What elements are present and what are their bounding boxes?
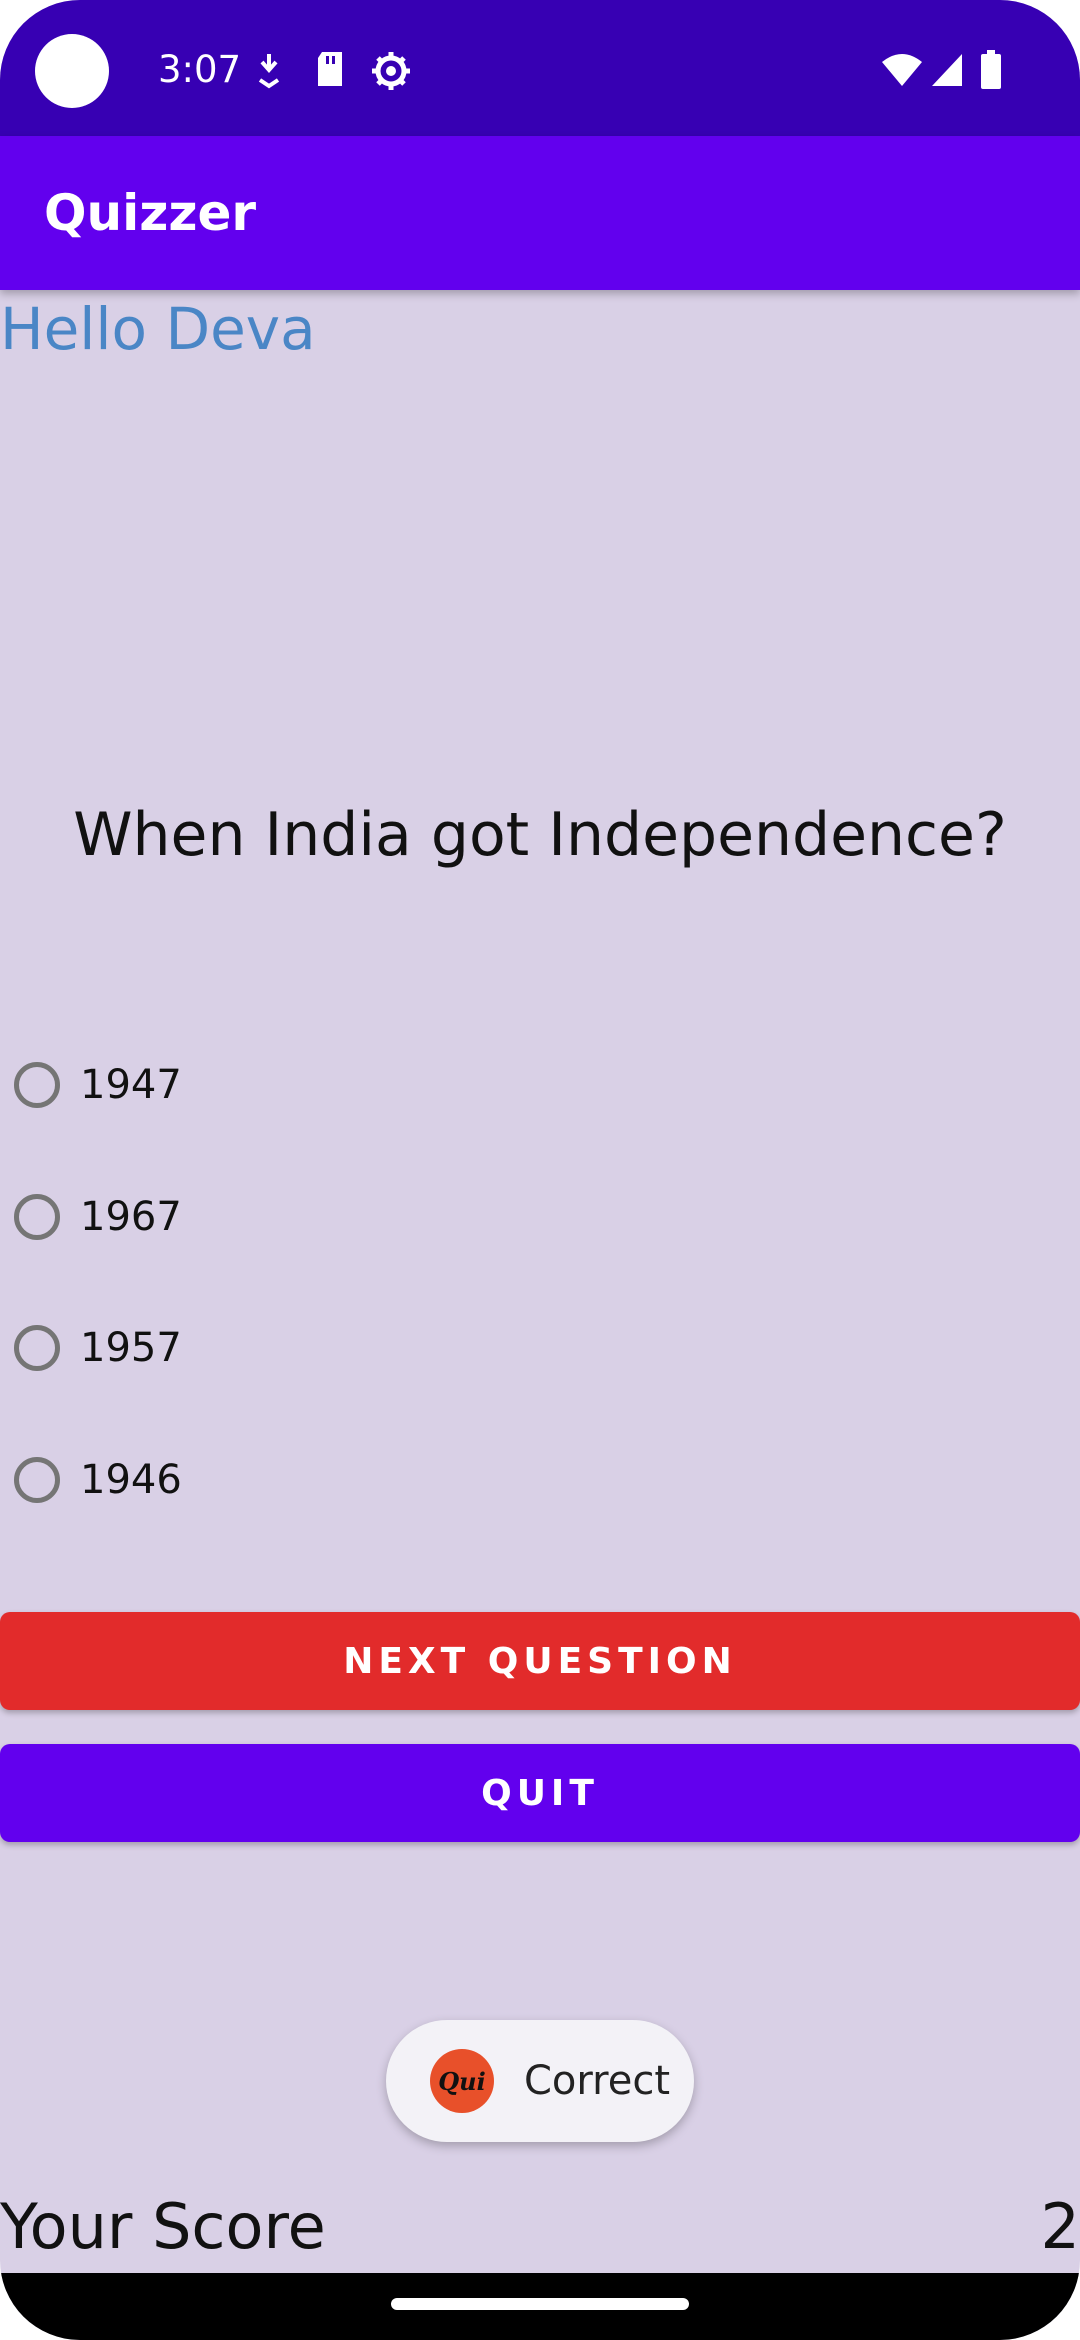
app-screen: 3:07 Quizzer Hello Deva When India got I… xyxy=(0,0,1080,2340)
option-1967[interactable]: 1967 xyxy=(14,1182,182,1252)
signal-icon xyxy=(930,52,964,92)
option-label: 1947 xyxy=(80,1062,182,1108)
option-1946[interactable]: 1946 xyxy=(14,1445,182,1515)
app-bar: Quizzer xyxy=(0,136,1080,290)
question-text: When India got Independence? xyxy=(73,800,1007,870)
option-1957[interactable]: 1957 xyxy=(14,1313,182,1383)
option-label: 1957 xyxy=(80,1325,182,1371)
wifi-icon xyxy=(880,52,924,92)
app-logo-icon: Qui xyxy=(430,2049,494,2113)
radio-button[interactable] xyxy=(14,1062,60,1108)
navigation-bar xyxy=(0,2273,1080,2340)
option-1947[interactable]: 1947 xyxy=(14,1050,182,1120)
quit-button[interactable]: QUIT xyxy=(0,1744,1080,1842)
toast-text: Correct xyxy=(524,2058,670,2104)
score-value: 2 xyxy=(1040,2190,1080,2263)
toast-message: Qui Correct xyxy=(386,2020,694,2142)
option-label: 1967 xyxy=(80,1194,182,1240)
sd-card-icon xyxy=(314,50,346,92)
option-label: 1946 xyxy=(80,1457,182,1503)
notification-icon xyxy=(254,50,284,94)
radio-button[interactable] xyxy=(14,1457,60,1503)
radio-button[interactable] xyxy=(14,1194,60,1240)
status-time: 3:07 xyxy=(158,48,242,91)
score-label: Your Score xyxy=(0,2190,326,2263)
status-bar: 3:07 xyxy=(0,0,1080,136)
radio-button[interactable] xyxy=(14,1325,60,1371)
greeting-text: Hello Deva xyxy=(0,295,316,363)
home-gesture-handle[interactable] xyxy=(391,2298,689,2310)
app-title: Quizzer xyxy=(44,184,257,242)
next-question-button[interactable]: NEXT QUESTION xyxy=(0,1612,1080,1710)
camera-cutout xyxy=(35,34,109,108)
battery-icon xyxy=(980,50,1002,94)
settings-gear-icon xyxy=(370,50,412,96)
